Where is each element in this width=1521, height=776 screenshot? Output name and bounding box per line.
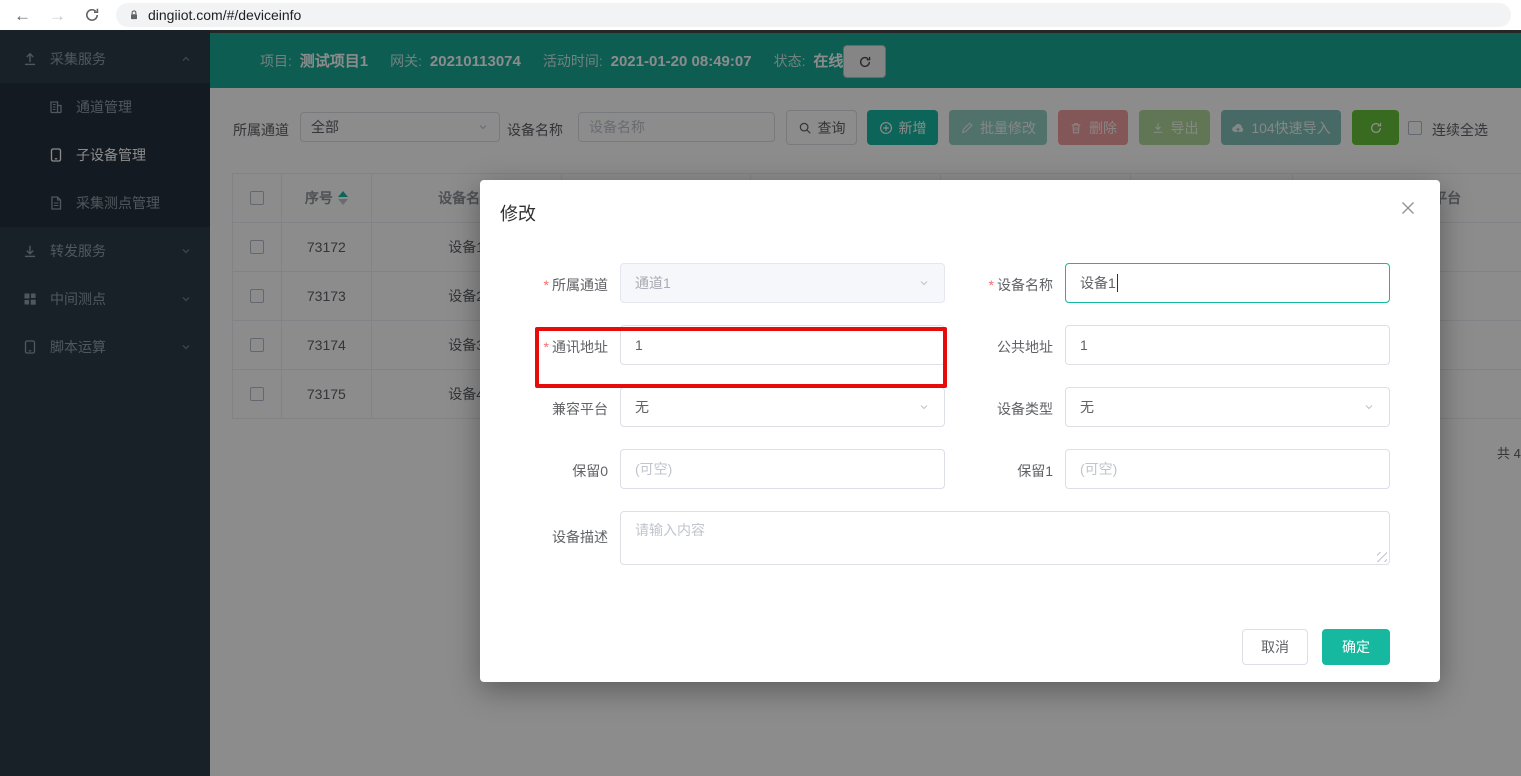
reserve1-field-label: 保留1 (925, 461, 1053, 481)
close-icon[interactable] (1400, 200, 1416, 216)
description-field-label: 设备描述 (480, 527, 608, 547)
url-text: dingiiot.com/#/deviceinfo (148, 7, 301, 23)
reserve1-field-wrap (1065, 449, 1390, 489)
reserve0-field-wrap (620, 449, 945, 489)
platform-select-value: 无 (635, 397, 649, 417)
device-name-field[interactable]: 设备1 (1065, 263, 1390, 303)
public-addr-field[interactable] (1080, 337, 1375, 353)
device-type-select[interactable]: 无 (1065, 387, 1390, 427)
field-label-text: 设备描述 (552, 529, 608, 545)
text-cursor (1117, 274, 1118, 292)
required-asterisk: * (989, 277, 994, 293)
screen: ← → dingiiot.com/#/deviceinfo 采集服务 (0, 0, 1521, 776)
reserve1-field[interactable] (1080, 461, 1375, 477)
annotation-highlight-box (535, 327, 947, 388)
channel-select-value: 通道1 (635, 273, 671, 293)
dialog-title: 修改 (500, 200, 536, 226)
field-label-text: 设备类型 (997, 401, 1053, 417)
confirm-button-label: 确定 (1342, 637, 1370, 657)
device-name-field-label: *设备名称 (925, 275, 1053, 295)
cancel-button[interactable]: 取消 (1242, 629, 1308, 665)
field-label-text: 保留1 (1017, 463, 1053, 479)
browser-back-icon[interactable]: ← (14, 7, 31, 24)
device-type-field-label: 设备类型 (925, 399, 1053, 419)
description-field[interactable] (621, 512, 1389, 564)
platform-field-label: 兼容平台 (480, 399, 608, 419)
description-field-wrap (620, 511, 1390, 565)
field-label-text: 兼容平台 (552, 401, 608, 417)
browser-chrome: ← → dingiiot.com/#/deviceinfo (0, 0, 1521, 30)
reserve0-field-label: 保留0 (480, 461, 608, 481)
lock-icon (128, 9, 140, 21)
public-addr-field-wrap (1065, 325, 1390, 365)
reserve0-field[interactable] (635, 461, 930, 477)
browser-refresh-icon[interactable] (84, 7, 100, 23)
channel-field-label: *所属通道 (480, 275, 608, 295)
platform-select[interactable]: 无 (620, 387, 945, 427)
required-asterisk: * (544, 277, 549, 293)
resize-handle[interactable] (1377, 552, 1387, 562)
device-name-field-value: 设备1 (1080, 273, 1116, 293)
field-label-text: 保留0 (572, 463, 608, 479)
channel-select[interactable]: 通道1 (620, 263, 945, 303)
browser-forward-icon[interactable]: → (49, 7, 66, 24)
field-label-text: 公共地址 (997, 339, 1053, 355)
cancel-button-label: 取消 (1261, 637, 1289, 657)
field-label-text: 设备名称 (997, 277, 1053, 293)
chevron-down-icon (1363, 401, 1375, 413)
device-type-select-value: 无 (1080, 397, 1094, 417)
address-bar[interactable]: dingiiot.com/#/deviceinfo (116, 3, 1511, 27)
confirm-button[interactable]: 确定 (1322, 629, 1390, 665)
field-label-text: 所属通道 (552, 277, 608, 293)
edit-dialog: 修改 *所属通道 通道1 *设备名称 设备1 *通讯地址 公共地址 (480, 180, 1440, 682)
